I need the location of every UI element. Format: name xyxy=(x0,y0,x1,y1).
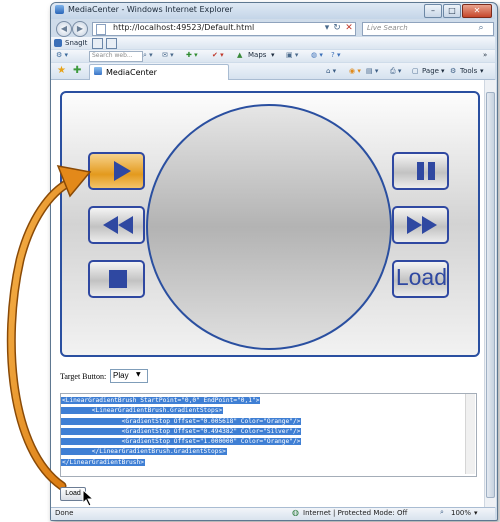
maps-label[interactable]: Maps xyxy=(248,51,266,59)
security-zone[interactable]: Internet | Protected Mode: Off xyxy=(303,509,407,517)
load-player-label: Load xyxy=(395,264,447,290)
code-line: <LinearGradientBrush.GradientStops> xyxy=(61,407,224,415)
forward-icon[interactable]: ▶ xyxy=(72,21,88,37)
fast-forward-icon xyxy=(407,216,437,234)
page-menu-dropdown-icon[interactable]: ▾ xyxy=(441,67,445,75)
help-icon[interactable]: ? ▾ xyxy=(331,51,340,59)
tools-menu-dropdown-icon[interactable]: ▾ xyxy=(480,67,484,75)
scrollbar-thumb[interactable] xyxy=(486,92,495,498)
favorites-star-icon[interactable]: ★ xyxy=(57,65,66,76)
search-placeholder[interactable]: Live Search xyxy=(367,24,408,32)
code-line: <GradientStop Offset="0.494382" Color="S… xyxy=(61,427,302,435)
tools-menu[interactable]: Tools xyxy=(460,67,477,75)
textarea-scrollbar[interactable] xyxy=(465,394,475,474)
dropdown-icon[interactable]: ▾ xyxy=(322,23,332,33)
maximize-button[interactable]: □ xyxy=(443,4,461,18)
tab-label[interactable]: MediaCenter xyxy=(106,68,157,77)
address-text[interactable]: http://localhost:49523/Default.html xyxy=(113,23,254,32)
globe-icon[interactable]: ◍ ▾ xyxy=(311,51,323,59)
code-line: </LinearGradientBrush> xyxy=(61,458,145,466)
status-bar xyxy=(51,507,495,520)
toolbar-chevron-icon[interactable]: » xyxy=(483,51,487,59)
refresh-icon[interactable]: ↻ xyxy=(332,23,342,33)
ie-app-icon xyxy=(55,5,64,14)
snagit-toolbar xyxy=(51,37,495,49)
xaml-code-block[interactable]: <LinearGradientBrush StartPoint="0,0" En… xyxy=(61,395,302,467)
tab-page-icon xyxy=(94,67,102,75)
mail-icon[interactable]: ✉ ▾ xyxy=(162,51,174,59)
window-icon[interactable]: ▣ ▾ xyxy=(286,51,298,59)
mouse-cursor-icon xyxy=(82,489,95,507)
pause-button[interactable] xyxy=(392,152,449,190)
stop-icon[interactable]: ✕ xyxy=(344,23,354,33)
maps-icon: ▲ xyxy=(237,51,243,59)
back-icon[interactable]: ◀ xyxy=(56,21,72,37)
add-favorites-icon[interactable]: ✚ xyxy=(73,65,81,76)
page-icon xyxy=(96,24,106,35)
print-icon[interactable]: ⎙ ▾ xyxy=(390,67,401,76)
zoom-icon: ⌕ xyxy=(440,508,444,516)
target-button-label: Target Button: xyxy=(60,372,107,381)
maps-dropdown-icon[interactable]: ▾ xyxy=(271,51,275,59)
mail-read-icon[interactable]: ▤ ▾ xyxy=(366,67,378,75)
disc-display xyxy=(146,104,392,350)
minimize-button[interactable]: – xyxy=(424,4,442,18)
code-line: </LinearGradientBrush.GradientStops> xyxy=(61,448,227,456)
toolbar-grip-icon[interactable]: ⚙ ▾ xyxy=(56,51,68,59)
search-icon[interactable]: ⌕ xyxy=(476,23,486,33)
home-icon[interactable]: ⌂ ▾ xyxy=(326,67,336,75)
globe-icon: ◍ xyxy=(292,508,299,517)
search-go-icon[interactable]: ⌕ ▾ xyxy=(143,51,153,60)
fast-forward-button[interactable] xyxy=(392,206,449,244)
target-button-value[interactable]: Play xyxy=(113,371,129,380)
web-search-placeholder[interactable]: Search web... xyxy=(92,52,133,59)
load-player-button[interactable]: Load xyxy=(392,260,449,298)
code-line: <GradientStop Offset="1.000000" Color="O… xyxy=(61,438,302,446)
page-menu[interactable]: Page xyxy=(422,67,439,75)
zoom-level[interactable]: 100% xyxy=(451,509,471,517)
feeds-icon[interactable]: ◉ ▾ xyxy=(349,67,361,75)
code-line: <GradientStop Offset="0.005618" Color="O… xyxy=(61,417,302,425)
chevron-down-icon[interactable]: ▼ xyxy=(136,371,141,378)
check-icon[interactable]: ✔ ▾ xyxy=(212,51,224,59)
zoom-dropdown-icon[interactable]: ▾ xyxy=(474,509,478,517)
page-menu-icon: ▢ xyxy=(412,67,419,75)
close-button[interactable]: ✕ xyxy=(462,4,492,18)
pause-icon xyxy=(417,162,435,180)
capture-window-icon[interactable] xyxy=(106,38,117,49)
code-line: <LinearGradientBrush StartPoint="0,0" En… xyxy=(61,397,261,404)
snagit-label[interactable]: SnagIt xyxy=(65,39,87,47)
snagit-icon xyxy=(54,39,62,47)
tools-icon: ⚙ xyxy=(450,67,457,75)
capture-icon[interactable] xyxy=(92,38,103,49)
add-icon[interactable]: ✚ ▾ xyxy=(186,51,198,59)
status-text: Done xyxy=(55,509,74,517)
window-title: MediaCenter - Windows Internet Explorer xyxy=(68,5,233,14)
